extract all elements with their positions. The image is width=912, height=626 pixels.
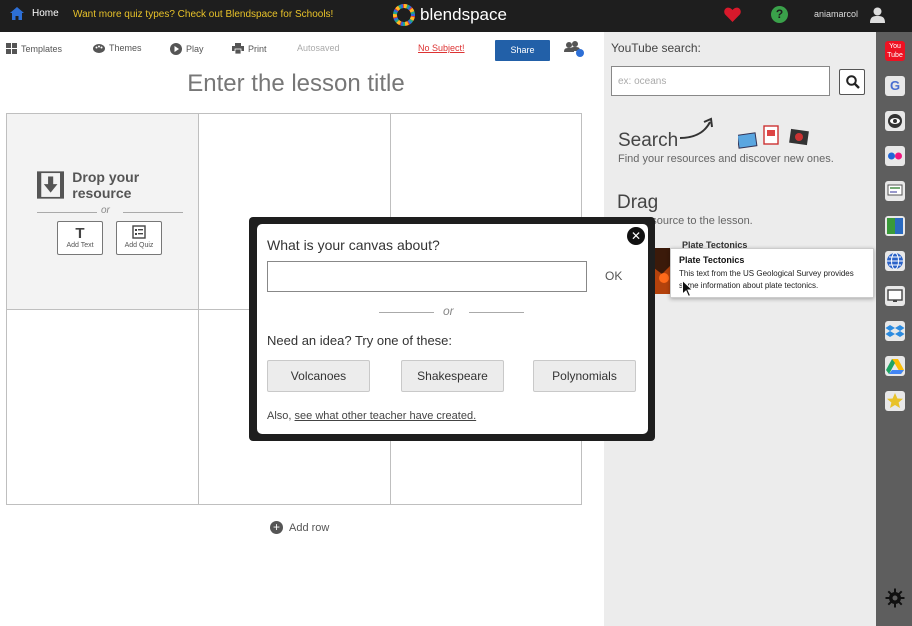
idea-prompt: Need an idea? Try one of these: [267, 333, 453, 348]
grid-cell[interactable] [7, 310, 199, 504]
source-rail: You Tube G [876, 32, 912, 626]
search-button[interactable] [839, 69, 865, 95]
favorites-icon[interactable] [885, 391, 905, 411]
play-icon [170, 43, 182, 55]
help-icon[interactable]: ? [771, 6, 788, 23]
drop-resource-text: Drop your resource [72, 169, 140, 201]
home-link[interactable]: Home [10, 7, 59, 20]
or-text: or [101, 205, 110, 216]
suggestion-polynomials-button[interactable]: Polynomials [533, 360, 636, 392]
print-icon [232, 43, 244, 54]
add-row-button[interactable]: + Add row [270, 521, 329, 534]
gooru-icon[interactable] [885, 216, 905, 236]
add-quiz-button[interactable]: Add Quiz [116, 221, 162, 255]
user-avatar-icon[interactable] [870, 7, 885, 23]
promo-link[interactable]: Want more quiz types? Check out Blendspa… [73, 9, 333, 20]
dialog-question: What is your canvas about? [267, 237, 440, 253]
also-prefix: Also, [267, 410, 292, 422]
download-film-icon [37, 171, 65, 199]
grid-cell[interactable]: Drop your resource or T Add Text Add Qui… [7, 114, 199, 310]
text-icon: T [75, 225, 85, 242]
themes-button[interactable]: Themes [93, 43, 142, 53]
drop-zone[interactable]: Drop your resource or T Add Text Add Qui… [37, 169, 183, 255]
media-types-icon [738, 125, 809, 149]
blendspace-logo[interactable]: blendspace [392, 3, 507, 27]
flickr-icon[interactable] [885, 146, 905, 166]
drag-heading: Drag [617, 192, 659, 213]
collaborators-icon [564, 41, 584, 57]
also-text: Also, see what other teacher have create… [267, 410, 476, 422]
tooltip-body: This text from the US Geological Survey … [679, 269, 854, 290]
close-icon[interactable]: ✕ [627, 227, 645, 245]
top-bar: Home Want more quiz types? Check out Ble… [0, 0, 912, 32]
autosaved-status: Autosaved [297, 43, 340, 53]
suggestion-shakespeare-button[interactable]: Shakespeare [401, 360, 504, 392]
search-subtext: Find your resources and discover new one… [618, 153, 834, 165]
web-icon[interactable] [885, 251, 905, 271]
templates-label: Templates [21, 43, 63, 54]
plus-circle-icon: + [270, 521, 283, 534]
suggestion-volcanoes-button[interactable]: Volcanoes [267, 360, 370, 392]
add-text-button[interactable]: T Add Text [57, 221, 103, 255]
teacher-canvases-link[interactable]: see what other teacher have created. [295, 410, 477, 422]
no-subject-link[interactable]: No Subject! [418, 43, 465, 53]
or-divider: or [37, 205, 183, 219]
google-drive-icon[interactable] [885, 356, 905, 376]
youtube-search-input[interactable]: ex: oceans [611, 66, 830, 96]
dropbox-icon[interactable] [885, 321, 905, 341]
add-text-label: Add Text [66, 242, 94, 249]
canvas-topic-dialog: What is your canvas about? ✕ OK or Need … [257, 224, 648, 434]
google-icon[interactable]: G [885, 76, 905, 96]
tooltip-title: Plate Tectonics [679, 255, 745, 265]
themes-label: Themes [109, 43, 142, 53]
play-button[interactable]: Play [170, 43, 204, 55]
print-button[interactable]: Print [232, 43, 267, 54]
home-icon [10, 7, 24, 20]
slides-icon[interactable] [885, 181, 905, 201]
lesson-title-input[interactable]: Enter the lesson title [0, 70, 592, 98]
settings-icon[interactable] [885, 588, 905, 608]
templates-icon [6, 43, 17, 54]
palette-icon [93, 43, 105, 53]
or-text: or [443, 304, 454, 318]
educreations-icon[interactable] [885, 111, 905, 131]
or-divider: or [379, 304, 524, 318]
ok-button[interactable]: OK [605, 269, 622, 283]
lesson-toolbar: Templates Themes Play Print Autosaved No… [0, 32, 604, 66]
username[interactable]: aniamarcol [814, 9, 858, 19]
add-quiz-label: Add Quiz [124, 242, 154, 249]
share-button[interactable]: Share [495, 40, 550, 61]
heart-icon[interactable] [724, 7, 741, 22]
blendspace-logo-icon [393, 4, 415, 26]
resource-tooltip: Plate Tectonics This text from the US Ge… [670, 248, 874, 298]
home-label: Home [32, 8, 59, 19]
youtube-icon[interactable]: You Tube [885, 41, 905, 61]
print-label: Print [248, 43, 267, 54]
youtube-search-label: YouTube search: [611, 41, 701, 55]
screen-icon[interactable] [885, 286, 905, 306]
add-row-label: Add row [289, 521, 330, 534]
mouse-cursor-icon [682, 280, 693, 297]
collaborators-button[interactable] [564, 41, 586, 59]
templates-button[interactable]: Templates [6, 43, 62, 54]
search-heading: Search [618, 130, 679, 151]
curved-arrow-icon [679, 117, 713, 139]
quiz-icon [117, 225, 161, 242]
logo-text: blendspace [420, 5, 507, 24]
play-label: Play [186, 44, 204, 54]
canvas-topic-input[interactable] [267, 261, 587, 292]
search-icon [846, 75, 860, 89]
